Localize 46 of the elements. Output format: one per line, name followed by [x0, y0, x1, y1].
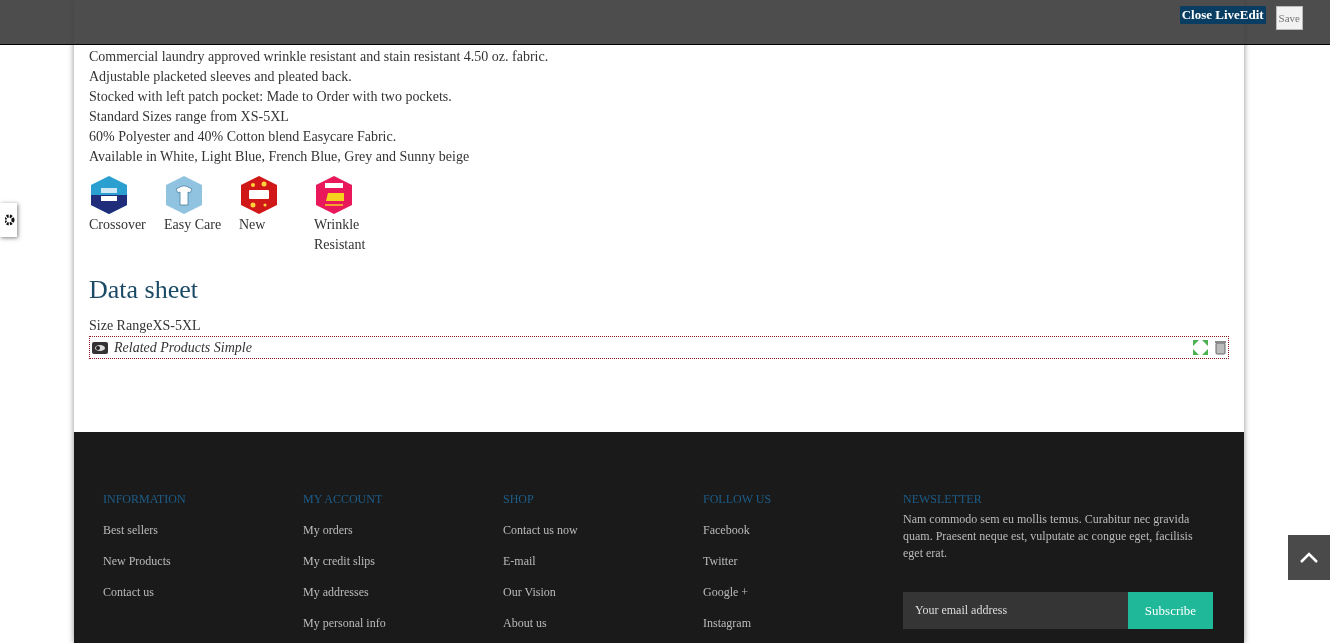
footer-link[interactable]: New Products: [103, 553, 303, 569]
section-heading: Data sheet: [89, 274, 199, 306]
footer-link[interactable]: Contact us now: [503, 522, 703, 538]
description-line: Stocked with left patch pocket: Made to Order with two pockets.: [89, 88, 453, 106]
footer-link[interactable]: Contact us: [103, 584, 303, 600]
footer-link[interactable]: Best sellers: [103, 522, 303, 538]
spec-value: XS-5XL: [152, 317, 201, 335]
footer-link[interactable]: Google +: [703, 584, 903, 600]
footer-link[interactable]: About us: [503, 615, 703, 631]
newsletter-text: Nam commodo sem eu mollis temus. Curabitur nec gravida quam. Praesent neque est, vulputate ac congue eget, facilisis eget erat.: [903, 511, 1194, 562]
feature-label: New: [239, 216, 267, 234]
feature-label: Easy Care: [164, 216, 223, 234]
footer-heading: SHOP: [503, 491, 535, 507]
footer-heading: MY ACCOUNT: [303, 491, 384, 507]
shirt-badge-icon: [164, 175, 204, 215]
spec-name: Size Range: [89, 317, 153, 335]
module-placeholder[interactable]: Related Products Simple: [89, 336, 1229, 359]
feature-label: Crossover: [89, 216, 147, 234]
settings-tab[interactable]: [0, 203, 17, 237]
close-liveedit-button[interactable]: Close LiveEdit: [1179, 6, 1266, 24]
scroll-top-button[interactable]: [1288, 535, 1330, 580]
save-button[interactable]: Save: [1275, 6, 1303, 30]
description-line: Standard Sizes range from XS-5XL: [89, 108, 290, 126]
footer-link[interactable]: E-mail: [503, 553, 703, 569]
module-title: Related Products Simple: [114, 339, 253, 357]
footer-link[interactable]: My addresses: [303, 584, 503, 600]
description-line: Adjustable placketed sleeves and pleated back.: [89, 68, 353, 86]
footer-link[interactable]: My credit slips: [303, 553, 503, 569]
footer-heading: INFORMATION: [103, 491, 187, 507]
footer-heading: FOLLOW US: [703, 491, 773, 507]
email-field[interactable]: Your email address: [903, 592, 1128, 629]
description-line: Available in White, Light Blue, French Blue, Grey and Sunny beige: [89, 148, 471, 166]
footer-heading: NEWSLETTER: [903, 491, 983, 507]
feature-label: Wrinkle Resistant: [314, 216, 367, 254]
trash-icon[interactable]: [1215, 340, 1226, 355]
expand-icon[interactable]: [1192, 339, 1209, 356]
footer-link[interactable]: My personal info: [303, 615, 503, 631]
footer-link[interactable]: My orders: [303, 522, 503, 538]
footer-link[interactable]: Twitter: [703, 553, 903, 569]
description-line: Commercial laundry approved wrinkle resistant and stain resistant 4.50 oz. fabric.: [89, 48, 550, 66]
footer-link[interactable]: Our Vision: [503, 584, 703, 600]
chevron-up-icon: [1300, 552, 1318, 563]
footer-link[interactable]: Instagram: [703, 615, 903, 631]
description-line: 60% Polyester and 40% Cotton blend Easycare Fabric.: [89, 128, 398, 146]
footer-link[interactable]: Facebook: [703, 522, 903, 538]
module-icon: [92, 341, 108, 354]
